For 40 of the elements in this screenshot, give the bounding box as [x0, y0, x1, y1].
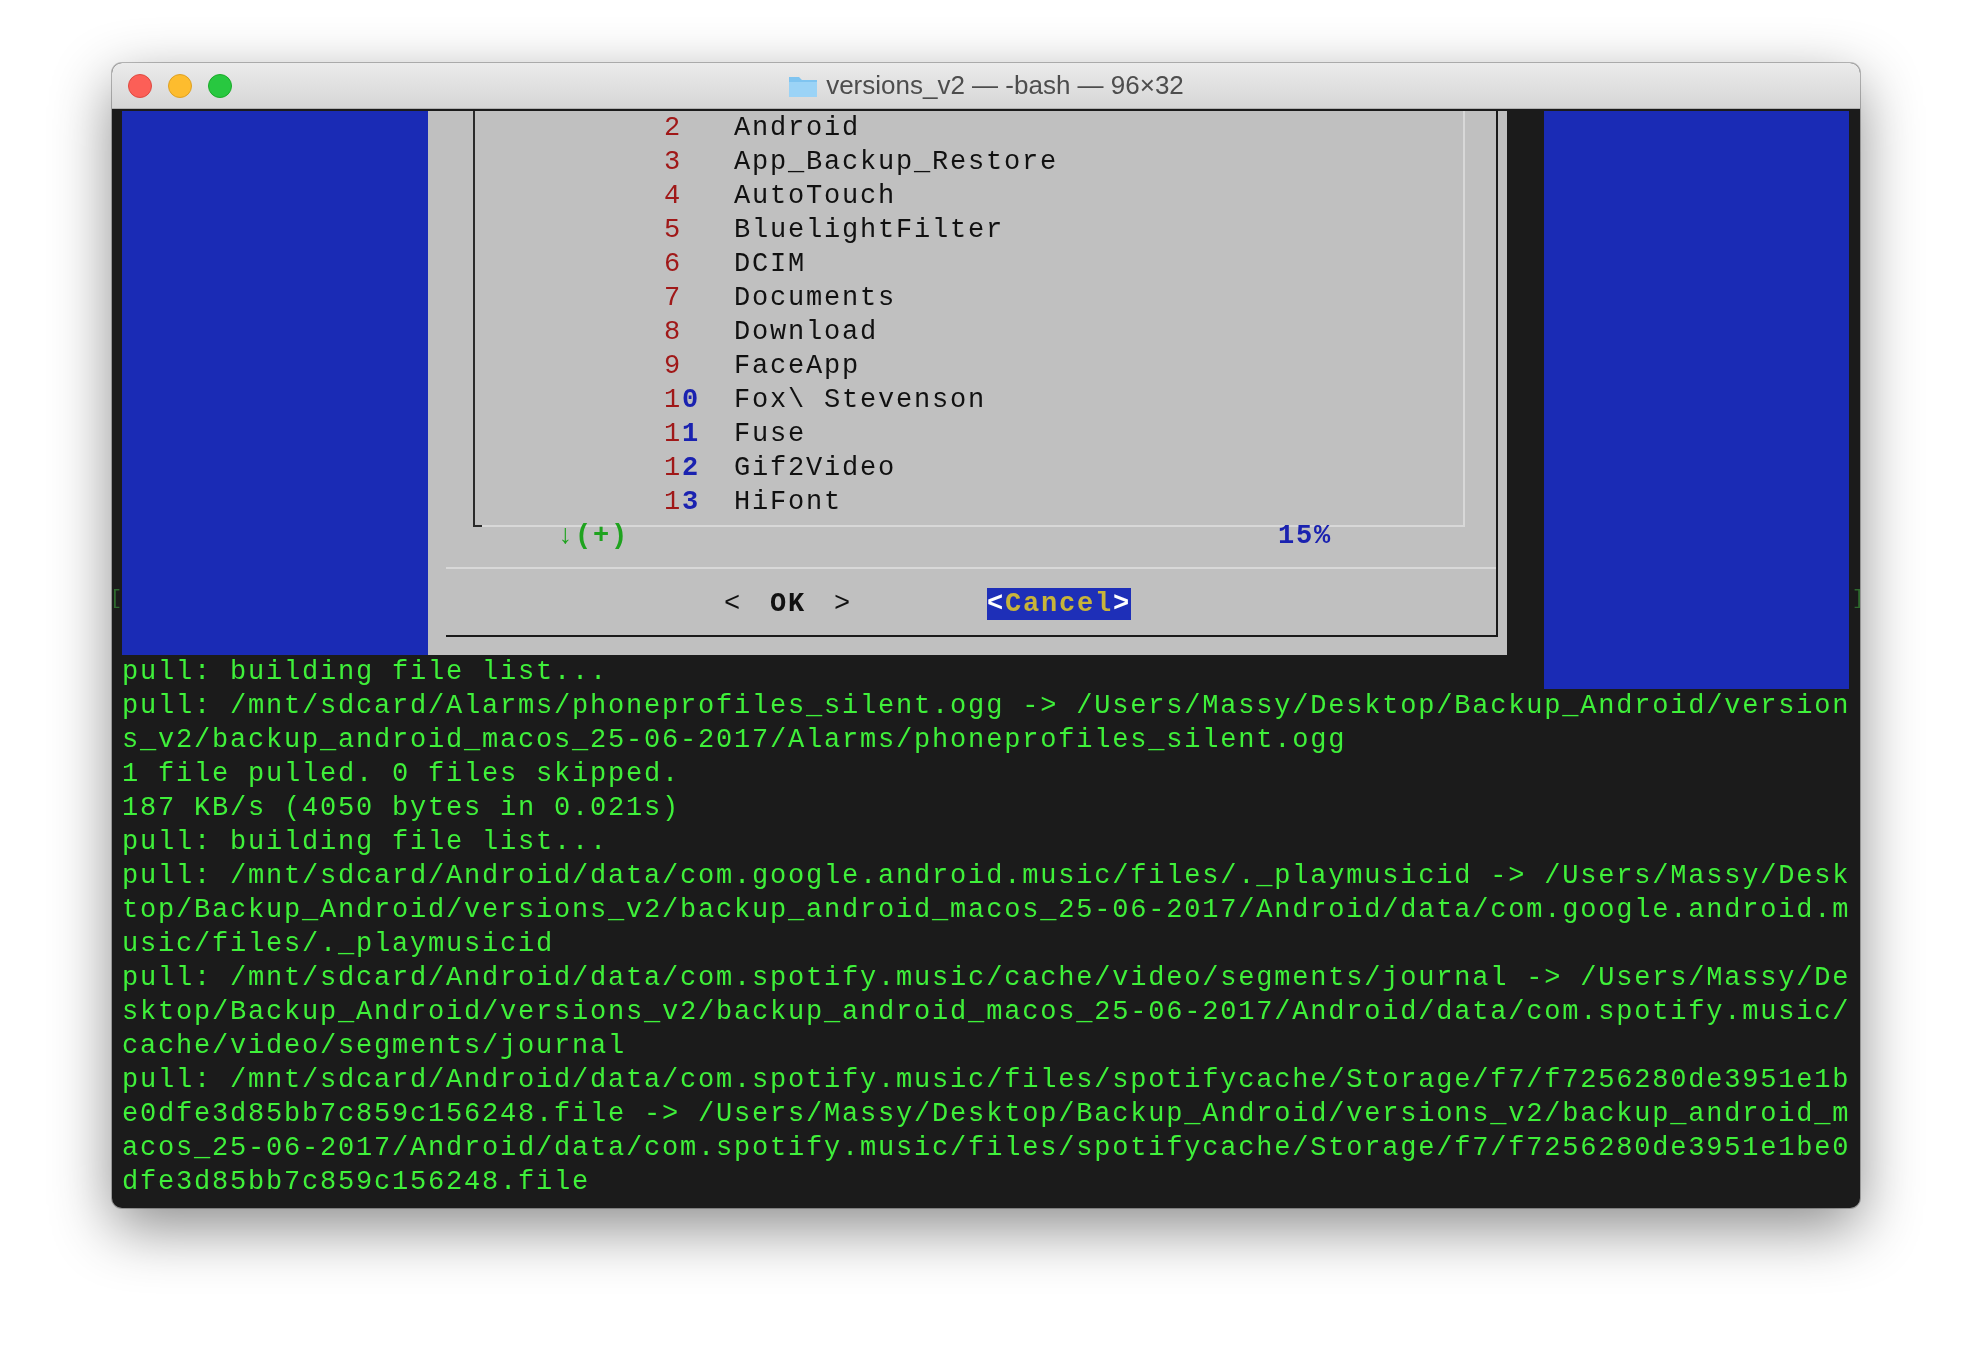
folder-name[interactable]: DCIM — [734, 249, 806, 279]
item-number: 4 — [664, 181, 683, 211]
folder-name[interactable]: FaceApp — [734, 351, 861, 381]
window-title: versions_v2 — -bash — 96×32 — [826, 70, 1184, 101]
item-number: 9 — [664, 351, 683, 381]
output-line: 187 KB/s (4050 bytes in 0.021s) — [122, 792, 682, 825]
output-line: pull: /mnt/sdcard/Android/data/com.spotify.music/files/spotifycache/Storage/f7/f7256280de3951e1be0dfe3d85bb7c859c156248.file -> /Users/Massy/Desktop/Backup_Android/versions_v2/backup_android_macos_25-06-2017/Android/data/com.spotify.music/files/spotifycache/Storage/f7/f7256280de3951e1be0dfe3d85bb7c859c156248.file — [122, 1064, 1851, 1199]
item-number: 3 — [664, 147, 683, 177]
item-number: 7 — [664, 283, 683, 313]
folder-name[interactable]: HiFont — [734, 487, 843, 517]
bracket-mark: [ — [110, 587, 122, 610]
item-number: 6 — [664, 249, 683, 279]
folder-name[interactable]: Download — [734, 317, 879, 347]
folder-name[interactable]: Fox\ Stevenson — [734, 385, 987, 415]
close-button[interactable] — [128, 73, 152, 98]
item-number: 12 — [664, 453, 702, 483]
selected-button[interactable]: <Cancel> — [987, 588, 1132, 620]
bracket-mark: ] — [1852, 587, 1864, 610]
item-number: 5 — [664, 215, 683, 245]
output-line: pull: building file list... — [122, 656, 610, 689]
minimize-button[interactable] — [168, 73, 192, 98]
item-number: 10 — [664, 385, 702, 415]
folder-name[interactable]: Android — [734, 113, 861, 143]
scroll-percent: 15% — [1278, 521, 1332, 551]
output-line: 1 file pulled. 0 files skipped. — [122, 758, 682, 791]
output-line: pull: building file list... — [122, 826, 610, 859]
folder-name[interactable]: Fuse — [734, 419, 806, 449]
output-line: pull: /mnt/sdcard/Alarms/phoneprofiles_silent.ogg -> /Users/Massy/Desktop/Backup_Android/versions_v2/backup_android_macos_25-06-2017/Alarms/phoneprofiles_silent.ogg — [122, 690, 1851, 757]
more-indicator: ↓(+) — [557, 521, 629, 551]
item-number: 13 — [664, 487, 702, 517]
folder-name[interactable]: AutoTouch — [734, 181, 897, 211]
item-number: 2 — [664, 113, 683, 143]
item-number: 11 — [664, 419, 702, 449]
dialog-button[interactable]: < OK > — [724, 588, 853, 620]
zoom-button[interactable] — [208, 73, 232, 98]
folder-name[interactable]: App_Backup_Restore — [734, 147, 1059, 177]
folder-name[interactable]: BluelightFilter — [734, 215, 1005, 245]
folder-name[interactable]: Documents — [734, 283, 897, 313]
folder-name[interactable]: Gif2Video — [734, 453, 897, 483]
item-number: 8 — [664, 317, 683, 347]
